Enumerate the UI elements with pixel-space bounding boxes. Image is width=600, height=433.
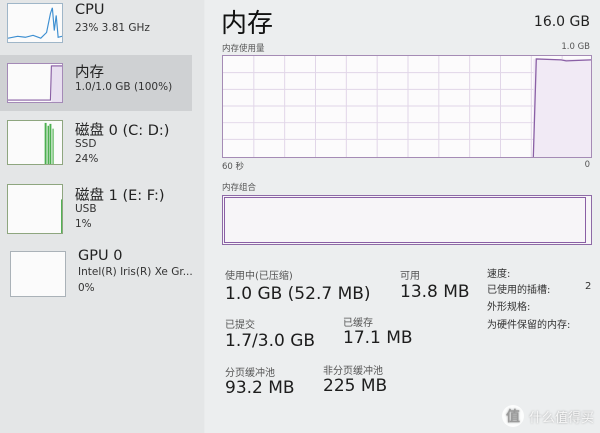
nonpaged-pool-label: 非分页缓冲池 <box>323 366 383 377</box>
composition-label: 内存组合 <box>222 183 257 193</box>
paged-pool-label: 分页缓冲池 <box>225 368 275 379</box>
slots-used-label: 已使用的插槽: <box>487 285 551 296</box>
disk-1-thumbnail-graph <box>7 184 63 234</box>
form-factor-label: 外形规格: <box>487 302 531 313</box>
available-value: 13.8 MB <box>400 282 470 302</box>
sidebar-item-percent: 0% <box>78 282 95 294</box>
slots-used-value: 2 <box>585 281 592 292</box>
sidebar-item-detail: Intel(R) Iris(R) Xe Gr... <box>78 266 193 278</box>
sidebar-item-gpu-0[interactable]: GPU 0 Intel(R) Iris(R) Xe Gr... 0% <box>0 246 193 302</box>
sidebar-item-cpu[interactable]: CPU 23% 3.81 GHz <box>0 0 192 56</box>
in-use-segment <box>224 197 586 243</box>
memory-composition-bar <box>222 195 592 245</box>
in-use-value: 1.0 GB (52.7 MB) <box>225 284 371 304</box>
sidebar-item-disk-0[interactable]: 磁盘 0 (C: D:) SSD 24% <box>0 115 192 171</box>
sidebar-item-detail: USB <box>75 203 97 215</box>
watermark-text: 什么值得买 <box>528 410 594 426</box>
sidebar-item-label: 磁盘 1 (E: F:) <box>75 188 165 204</box>
available-label: 可用 <box>400 271 420 282</box>
speed-label: 速度: <box>487 269 511 280</box>
page-title: 内存 <box>221 9 274 39</box>
in-use-label: 使用中(已压缩) <box>225 271 293 282</box>
usage-graph-max-label: 1.0 GB <box>561 42 590 52</box>
memory-detail-panel: 内存 16.0 GB 内存使用量 1.0 GB 60 秒 0 内存组合 使用中(… <box>205 0 600 433</box>
paged-pool-value: 93.2 MB <box>225 378 295 398</box>
memory-usage-graph <box>222 55 592 158</box>
cached-label: 已缓存 <box>343 318 373 329</box>
watermark-logo-icon: 值 <box>501 405 524 427</box>
memory-thumbnail-graph <box>7 63 63 103</box>
sidebar-item-disk-1[interactable]: 磁盘 1 (E: F:) USB 1% <box>0 180 192 236</box>
sidebar-item-percent: 1% <box>75 218 92 230</box>
sidebar-item-label: GPU 0 <box>78 248 123 264</box>
hardware-reserved-label: 为硬件保留的内存: <box>487 320 571 331</box>
sidebar-item-detail: 23% 3.81 GHz <box>75 22 150 34</box>
sidebar-item-label: 磁盘 0 (C: D:) <box>75 123 170 139</box>
nonpaged-pool-value: 225 MB <box>323 376 388 396</box>
usage-graph-label: 内存使用量 <box>222 44 265 54</box>
cached-value: 17.1 MB <box>343 328 413 348</box>
gpu-0-thumbnail-graph <box>10 251 66 297</box>
cpu-thumbnail-graph <box>7 3 63 43</box>
committed-label: 已提交 <box>225 320 255 331</box>
sidebar-item-memory[interactable]: 内存 1.0/1.0 GB (100%) <box>0 55 192 111</box>
sidebar: CPU 23% 3.81 GHz 内存 1.0/1.0 GB (100%) 磁盘… <box>0 0 204 433</box>
time-axis-left: 60 秒 <box>222 162 245 172</box>
usage-fill-area <box>533 58 591 157</box>
time-axis-right: 0 <box>584 160 590 170</box>
sidebar-item-percent: 24% <box>75 153 99 165</box>
committed-value: 1.7/3.0 GB <box>225 331 316 351</box>
sidebar-item-detail: SSD <box>75 138 97 150</box>
sidebar-item-label: 内存 <box>75 65 104 81</box>
sidebar-item-detail: 1.0/1.0 GB (100%) <box>75 81 173 93</box>
total-memory: 16.0 GB <box>533 14 590 30</box>
sidebar-item-label: CPU <box>75 2 105 18</box>
watermark: 值 什么值得买 <box>501 405 594 427</box>
disk-0-thumbnail-graph <box>7 120 63 165</box>
